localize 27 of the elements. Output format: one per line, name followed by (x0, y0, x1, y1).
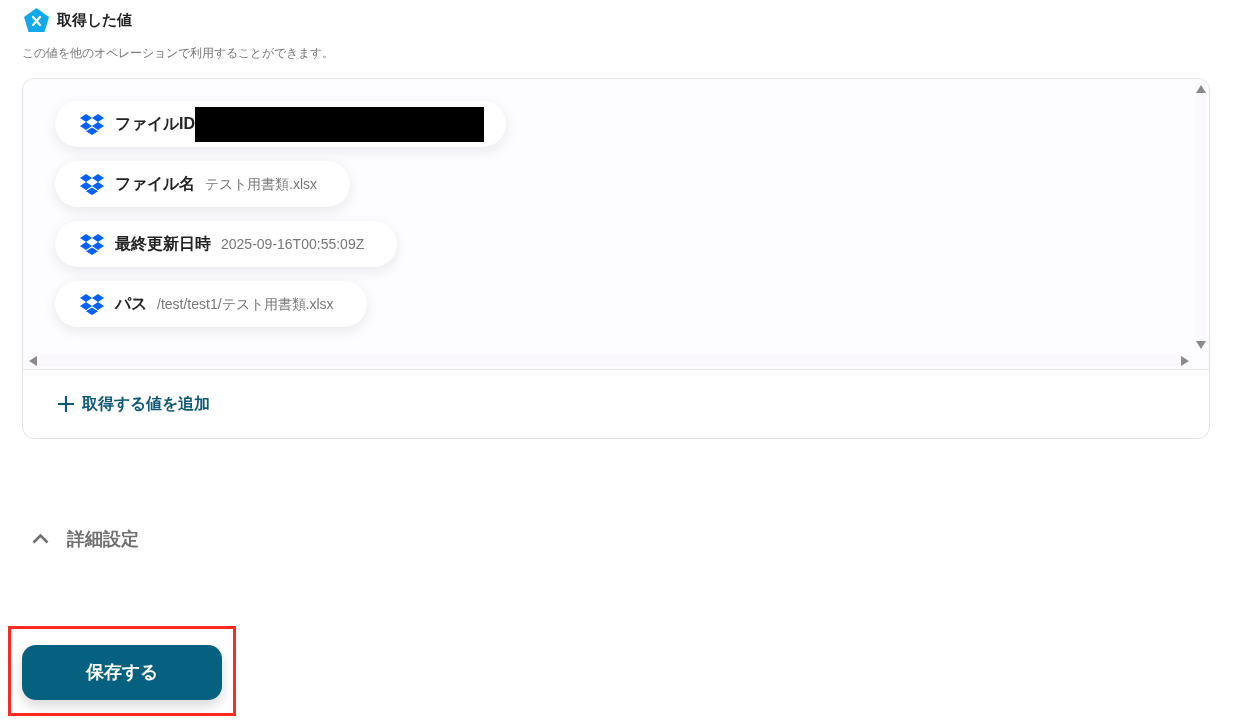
value-text: /test/test1/テスト用書類.xlsx (157, 294, 334, 314)
box-stack-icon (80, 233, 104, 255)
value-chip[interactable]: ファイルID (55, 101, 506, 147)
scroll-right-icon[interactable] (1181, 356, 1189, 366)
value-chip[interactable]: パス /test/test1/テスト用書類.xlsx (55, 281, 367, 327)
section-title: 取得した値 (57, 9, 132, 30)
plus-icon (58, 396, 74, 412)
box-stack-icon (80, 293, 104, 315)
value-text: テスト用書類.xlsx (205, 174, 317, 194)
chevron-up-icon (32, 534, 49, 544)
value-chip[interactable]: 最終更新日時 2025-09-16T00:55:09Z (55, 221, 398, 267)
save-button[interactable]: 保存する (22, 645, 222, 700)
box-stack-icon (80, 173, 104, 195)
advanced-settings-toggle[interactable]: 詳細設定 (32, 527, 139, 551)
scroll-left-icon[interactable] (29, 356, 37, 366)
value-chip[interactable]: ファイル名 テスト用書類.xlsx (55, 161, 350, 207)
add-value-button[interactable]: 取得する値を追加 (58, 392, 210, 416)
box-stack-icon (80, 113, 104, 135)
value-label: ファイル名 (115, 174, 195, 194)
scroll-up-icon[interactable] (1196, 85, 1206, 93)
value-text: 2025-09-16T00:55:09Z (221, 234, 365, 254)
value-label: ファイルID (115, 114, 195, 134)
pentagon-x-icon (24, 8, 49, 32)
section-description: この値を他のオペレーションで利用することができます。 (22, 45, 335, 61)
scroll-down-icon[interactable] (1196, 341, 1206, 349)
value-label: 最終更新日時 (115, 234, 211, 254)
value-label: パス (115, 294, 147, 314)
